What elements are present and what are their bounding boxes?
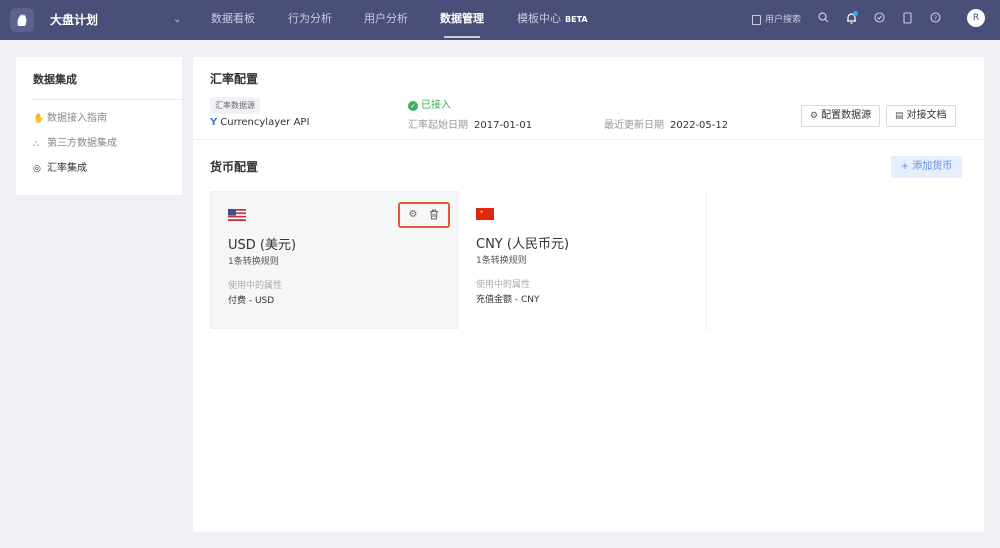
rate-config-title: 汇率配置 [210, 72, 259, 86]
user-search-label: 用户搜索 [765, 15, 802, 25]
app-logo[interactable] [10, 8, 34, 32]
card-actions-highlight: ⚙ [398, 202, 450, 228]
sidebar-item-rate-integration[interactable]: ◎ 汇率集成 [33, 160, 87, 178]
property-value: 付费 - USD [228, 296, 275, 306]
property-label: 使用中的属性 [228, 281, 283, 291]
divider [193, 139, 984, 140]
currency-card-cny[interactable]: ★ CNY (人民币元) 1条转换规则 使用中的属性 充值金额 - CNY [459, 191, 707, 329]
divider [33, 99, 185, 100]
currency-config-title: 货币配置 [210, 160, 259, 174]
svg-text:★: ★ [480, 209, 484, 215]
sidebar-item-label: 第三方数据集成 [47, 138, 117, 149]
divider [706, 191, 707, 331]
sidebar-item-third-party[interactable]: ⛬ 第三方数据集成 [33, 135, 117, 153]
check-circle-icon[interactable] [871, 12, 887, 28]
help-icon[interactable]: ? [927, 12, 943, 28]
currency-name: USD (美元) [228, 238, 297, 253]
search-icon[interactable] [815, 12, 831, 28]
document-icon [752, 14, 761, 25]
us-flag-icon [228, 209, 246, 221]
docs-button[interactable]: ▤ 对接文档 [886, 105, 956, 127]
start-date-label: 汇率起始日期 [408, 120, 468, 131]
bell-icon[interactable] [843, 11, 859, 28]
start-date-value: 2017-01-01 [474, 120, 533, 131]
document-icon: ▤ [895, 111, 904, 121]
nav-template-center[interactable]: 模板中心 BETA [517, 0, 588, 40]
beta-badge: BETA [565, 15, 588, 24]
currency-card-usd[interactable]: USD (美元) 1条转换规则 使用中的属性 付费 - USD ⚙ [210, 191, 458, 329]
active-tab-indicator [444, 36, 480, 38]
settings-icon[interactable]: ⚙ [407, 209, 419, 221]
avatar[interactable]: R [967, 9, 985, 27]
nav-user-analysis[interactable]: 用户分析 [364, 0, 408, 40]
start-date: 汇率起始日期 2017-01-01 [408, 116, 532, 131]
currency-name: CNY (人民币元) [476, 237, 570, 252]
status-badge: ✓ 已接入 [408, 96, 451, 111]
user-search-button[interactable]: 用户搜索 [752, 0, 801, 40]
cn-flag-icon: ★ [476, 208, 494, 220]
app-logo-icon [17, 14, 27, 26]
hand-icon: ✋ [33, 114, 45, 124]
sidebar-item-data-access-guide[interactable]: ✋ 数据接入指南 [33, 110, 107, 128]
configure-source-button[interactable]: ⚙ 配置数据源 [801, 105, 881, 127]
top-navbar: 大盘计划 ⌄ 数据看板 行为分析 用户分析 数据管理 模板中心 BETA 用户搜索… [0, 0, 1000, 40]
trash-icon[interactable] [428, 209, 440, 221]
project-name[interactable]: 大盘计划 [50, 0, 98, 40]
update-date: 最近更新日期 2022-05-12 [604, 116, 728, 131]
gear-icon: ⚙ [810, 111, 819, 121]
api-name: Y Currencylayer API [210, 117, 309, 128]
mobile-icon[interactable] [899, 12, 915, 28]
sidebar-item-label: 汇率集成 [47, 163, 87, 174]
configure-source-label: 配置数据源 [821, 110, 872, 121]
main-panel: 汇率配置 汇率数据源 Y Currencylayer API ✓ 已接入 汇率起始日… [193, 57, 984, 532]
status-label: 已接入 [421, 100, 451, 111]
sidebar-item-label: 数据接入指南 [47, 113, 107, 124]
property-value: 充值金额 - CNY [476, 295, 540, 305]
nodes-icon: ⛬ [33, 139, 40, 149]
api-name-label: Currencylayer API [220, 117, 310, 128]
rule-count: 1条转换规则 [476, 256, 527, 266]
nav-data-management-label: 数据管理 [440, 12, 484, 25]
target-icon: ◎ [33, 164, 41, 174]
rule-count: 1条转换规则 [228, 257, 279, 267]
sidebar-title: 数据集成 [33, 73, 77, 86]
nav-dashboard[interactable]: 数据看板 [211, 0, 255, 40]
sidebar: 数据集成 ✋ 数据接入指南 ⛬ 第三方数据集成 ◎ 汇率集成 [16, 57, 185, 195]
nav-data-management[interactable]: 数据管理 [440, 0, 484, 40]
source-tag: 汇率数据源 [210, 97, 260, 114]
notification-dot [853, 11, 858, 16]
svg-text:?: ? [933, 14, 936, 22]
chevron-down-icon[interactable]: ⌄ [173, 0, 181, 40]
currencylayer-icon: Y [210, 117, 218, 128]
docs-label: 对接文档 [906, 110, 947, 121]
add-currency-button[interactable]: + 添加货币 [891, 156, 962, 178]
update-date-value: 2022-05-12 [670, 120, 729, 131]
nav-behavior-analysis[interactable]: 行为分析 [288, 0, 332, 40]
check-icon: ✓ [408, 101, 418, 111]
nav-template-center-label: 模板中心 [517, 12, 561, 25]
update-date-label: 最近更新日期 [604, 120, 664, 131]
property-label: 使用中的属性 [476, 280, 531, 290]
